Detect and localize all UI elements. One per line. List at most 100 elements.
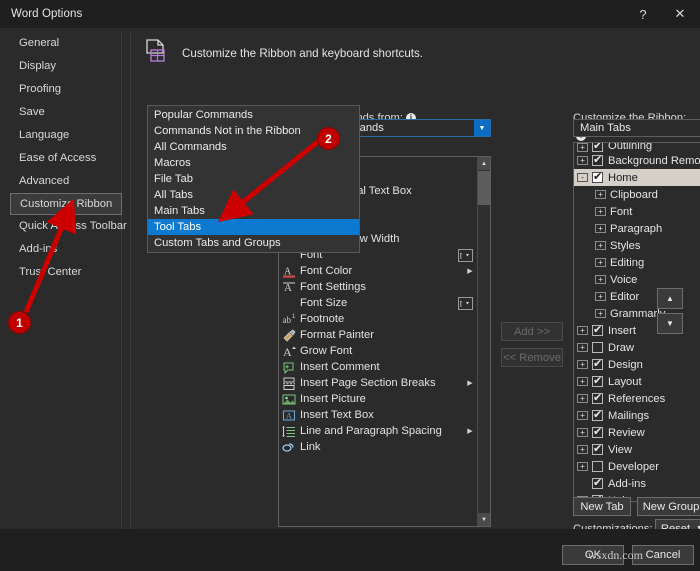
command-row[interactable]: Insert Page Section Breaks▶: [279, 375, 477, 391]
scroll-up-icon[interactable]: ▲: [478, 157, 490, 170]
tree-row[interactable]: +Mailings: [574, 407, 700, 424]
command-row[interactable]: Format Painter: [279, 327, 477, 343]
tree-row[interactable]: + Design: [574, 356, 700, 373]
tree-row[interactable]: + Paragraph: [574, 220, 700, 237]
expand-icon[interactable]: +: [595, 258, 606, 267]
tree-row[interactable]: +Voice: [574, 271, 700, 288]
command-row[interactable]: Insert Comment: [279, 359, 477, 375]
command-row[interactable]: AGrow Font: [279, 343, 477, 359]
command-row[interactable]: AFont Settings: [279, 279, 477, 295]
tree-checkbox[interactable]: [592, 143, 603, 152]
command-row[interactable]: Font SizeI: [279, 295, 477, 311]
tree-checkbox[interactable]: [592, 172, 603, 183]
expand-icon[interactable]: +: [595, 190, 606, 199]
tree-row[interactable]: +Layout: [574, 373, 700, 390]
command-row[interactable]: Link: [279, 439, 477, 455]
customize-ribbon-combo[interactable]: Main Tabs ▼: [573, 119, 700, 137]
add-button[interactable]: Add >>: [501, 322, 563, 341]
expand-icon[interactable]: +: [577, 343, 588, 352]
tree-row[interactable]: +Background Removal: [574, 152, 700, 169]
line-spacing-icon: [281, 424, 298, 438]
dropdown-option-tool-tabs[interactable]: Tool Tabs: [148, 219, 359, 235]
expand-icon[interactable]: +: [577, 326, 588, 335]
sidebar-item-advanced[interactable]: Advanced: [10, 170, 121, 193]
sidebar-item-language[interactable]: Language: [10, 124, 121, 147]
remove-button[interactable]: << Remove: [501, 348, 563, 367]
gallery-preview-icon: I: [458, 249, 473, 262]
tree-checkbox[interactable]: [592, 325, 603, 336]
command-row[interactable]: ab1Footnote: [279, 311, 477, 327]
tree-row[interactable]: +View: [574, 441, 700, 458]
tree-row[interactable]: +Editing: [574, 254, 700, 271]
expand-icon[interactable]: +: [577, 445, 588, 454]
expand-icon[interactable]: +: [595, 292, 606, 301]
customize-ribbon-value: Main Tabs: [574, 122, 700, 134]
close-icon[interactable]: ✕: [660, 0, 700, 28]
sidebar-item-save[interactable]: Save: [10, 101, 121, 124]
tree-checkbox[interactable]: [592, 478, 603, 489]
expand-icon[interactable]: +: [577, 360, 588, 369]
sidebar-item-ease-of-access[interactable]: Ease of Access: [10, 147, 121, 170]
tree-label: Paragraph: [610, 223, 662, 235]
move-down-button[interactable]: ▼: [657, 313, 683, 334]
expand-icon[interactable]: +: [577, 411, 588, 420]
sidebar-item-general[interactable]: General: [10, 32, 121, 55]
move-up-button[interactable]: ▲: [657, 288, 683, 309]
dropdown-option-file-tab[interactable]: File Tab: [148, 171, 359, 187]
collapse-icon[interactable]: -: [577, 173, 588, 182]
expand-icon[interactable]: +: [577, 394, 588, 403]
scroll-thumb[interactable]: [478, 171, 490, 205]
command-row[interactable]: AFont Color▶: [279, 263, 477, 279]
command-row[interactable]: AInsert Text Box: [279, 407, 477, 423]
command-row[interactable]: Insert Picture: [279, 391, 477, 407]
tree-row[interactable]: -Home: [574, 169, 700, 186]
tree-checkbox[interactable]: [592, 444, 603, 455]
expand-icon[interactable]: +: [595, 224, 606, 233]
tree-row[interactable]: +Review: [574, 424, 700, 441]
help-icon[interactable]: ?: [626, 0, 660, 28]
sidebar-item-add-ins[interactable]: Add-ins: [10, 238, 121, 261]
dropdown-option-popular-commands[interactable]: Popular Commands: [148, 107, 359, 123]
sidebar-item-customize-ribbon[interactable]: Customize Ribbon: [10, 193, 122, 215]
sidebar-item-proofing[interactable]: Proofing: [10, 78, 121, 101]
tree-checkbox[interactable]: [592, 155, 603, 166]
expand-icon[interactable]: +: [577, 156, 588, 165]
tree-checkbox[interactable]: [592, 427, 603, 438]
tree-checkbox[interactable]: [592, 342, 603, 353]
tree-row[interactable]: +Outlining: [574, 143, 700, 152]
tree-row[interactable]: +References: [574, 390, 700, 407]
expand-icon[interactable]: +: [577, 143, 588, 152]
tree-checkbox[interactable]: [592, 359, 603, 370]
tree-row[interactable]: Add-ins: [574, 475, 700, 492]
dropdown-option-macros[interactable]: Macros: [148, 155, 359, 171]
tree-row[interactable]: +Draw: [574, 339, 700, 356]
expand-icon[interactable]: +: [577, 428, 588, 437]
commands-scrollbar[interactable]: ▲ ▼: [477, 157, 490, 526]
dropdown-option-custom-tabs-and-groups[interactable]: Custom Tabs and Groups: [148, 235, 359, 251]
chevron-down-icon[interactable]: ▼: [474, 120, 490, 136]
dropdown-option-all-tabs[interactable]: All Tabs: [148, 187, 359, 203]
tree-label: Design: [608, 359, 643, 371]
tree-row[interactable]: +Styles: [574, 237, 700, 254]
expand-icon[interactable]: +: [595, 275, 606, 284]
expand-icon[interactable]: +: [595, 207, 606, 216]
tree-checkbox[interactable]: [592, 376, 603, 387]
tree-row[interactable]: +Clipboard: [574, 186, 700, 203]
tree-checkbox[interactable]: [592, 461, 603, 472]
command-row[interactable]: Line and Paragraph Spacing▶: [279, 423, 477, 439]
expand-icon[interactable]: +: [595, 309, 606, 318]
expand-icon[interactable]: +: [577, 377, 588, 386]
tree-row[interactable]: +Font: [574, 203, 700, 220]
dropdown-option-main-tabs[interactable]: Main Tabs: [148, 203, 359, 219]
sidebar-item-quick-access-toolbar[interactable]: Quick Access Toolbar: [10, 215, 121, 238]
tree-checkbox[interactable]: [592, 410, 603, 421]
sidebar-item-trust-center[interactable]: Trust Center: [10, 261, 121, 284]
sidebar-item-display[interactable]: Display: [10, 55, 121, 78]
expand-icon[interactable]: +: [595, 241, 606, 250]
expand-icon[interactable]: +: [577, 462, 588, 471]
new-group-button[interactable]: New Group: [637, 497, 700, 516]
tree-row[interactable]: +Developer: [574, 458, 700, 475]
scroll-down-icon[interactable]: ▼: [478, 513, 490, 526]
tree-checkbox[interactable]: [592, 393, 603, 404]
new-tab-button[interactable]: New Tab: [573, 497, 631, 516]
